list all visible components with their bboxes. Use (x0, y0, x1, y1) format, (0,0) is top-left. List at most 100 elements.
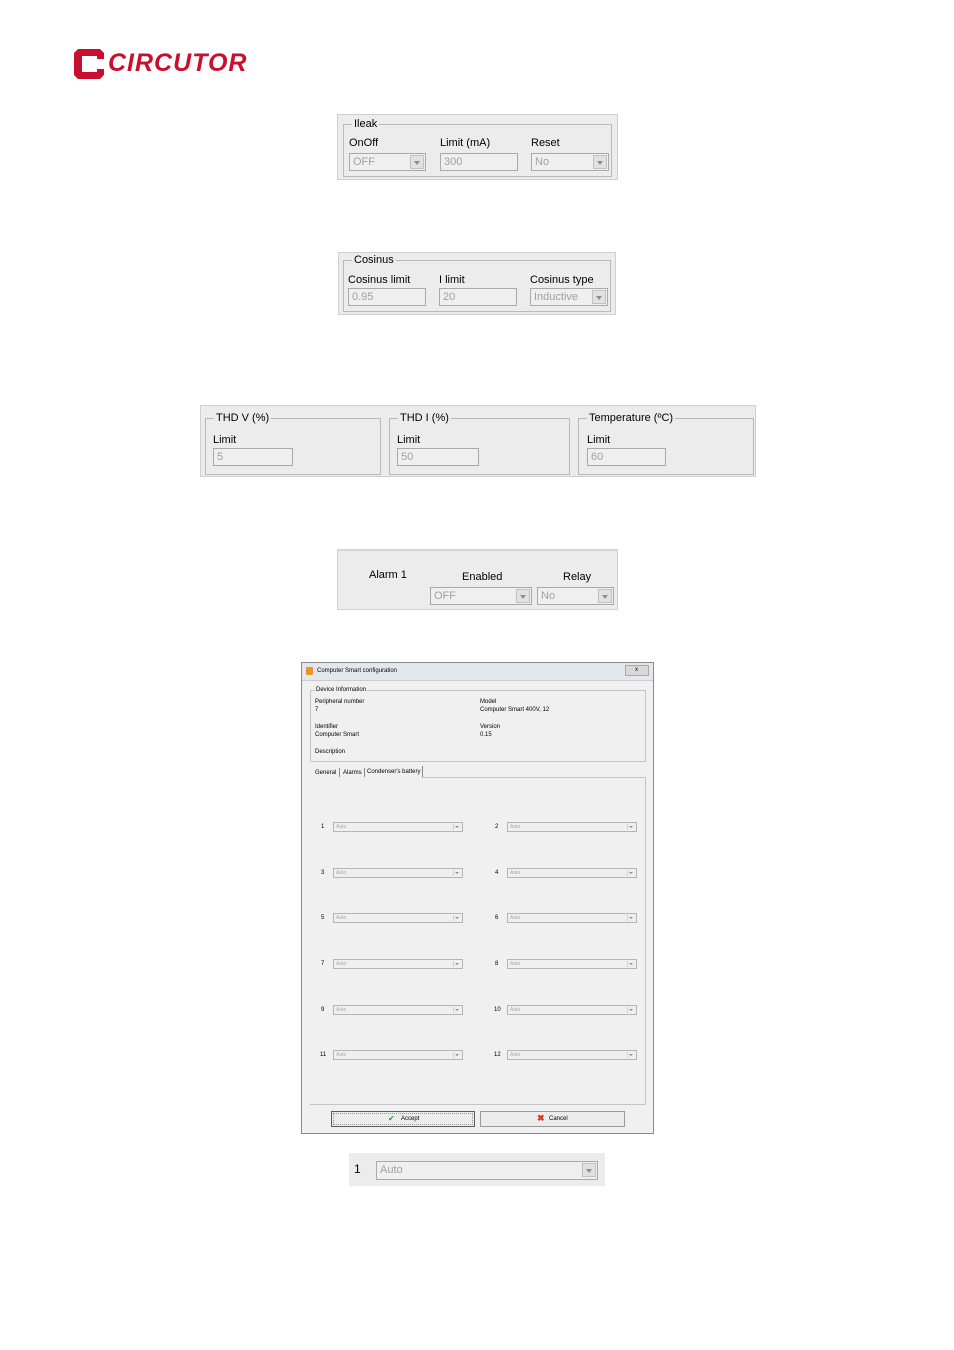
circutor-logo: CIRCUTOR (72, 46, 247, 82)
chevron-down-icon[interactable] (627, 1052, 635, 1058)
step-value: Auto (336, 824, 347, 830)
step-7-dropdown[interactable]: Auto (333, 959, 463, 969)
onoff-dropdown[interactable]: OFF (349, 153, 426, 171)
cosinus-type-dropdown[interactable]: Inductive (530, 288, 608, 306)
cosinus-panel: Cosinus Cosinus limit 0.95 I limit 20 Co… (338, 252, 616, 315)
step-value: Auto (336, 870, 347, 876)
temperature-legend: Temperature (ºC) (587, 411, 676, 425)
step-number: 12 (494, 1052, 501, 1058)
chevron-down-icon[interactable] (593, 155, 607, 169)
tab-divider (422, 766, 423, 777)
chevron-down-icon[interactable] (453, 824, 461, 830)
alarm-panel: Alarm 1 Enabled OFF Relay No (337, 549, 618, 610)
i-limit-field[interactable]: 20 (439, 288, 517, 306)
chevron-down-icon[interactable] (592, 290, 606, 304)
step-zoom-number: 1 (354, 1162, 361, 1176)
close-icon[interactable]: x (635, 667, 638, 674)
reset-value: No (535, 156, 550, 168)
ileak-panel: Ileak OnOff OFF Limit (mA) 300 Reset No (337, 114, 618, 180)
step-zoom-dropdown[interactable]: Auto (376, 1161, 598, 1180)
accept-button[interactable]: ✔ Accept (331, 1111, 475, 1127)
identifier-value: Computer Smart (315, 732, 360, 738)
check-icon: ✔ (388, 1114, 395, 1123)
chevron-down-icon[interactable] (627, 824, 635, 830)
temperature-limit-field[interactable]: 60 (587, 448, 666, 466)
onoff-label: OnOff (349, 137, 379, 149)
step-6-dropdown[interactable]: Auto (507, 913, 637, 923)
tab-divider (364, 768, 365, 777)
step-value: Auto (336, 1007, 347, 1013)
chevron-down-icon[interactable] (453, 1007, 461, 1013)
cosinus-type-label: Cosinus type (530, 274, 594, 286)
step-number: 5 (321, 915, 325, 921)
step-value: Auto (510, 1052, 521, 1058)
step-number: 6 (495, 915, 499, 921)
chevron-down-icon[interactable] (453, 1052, 461, 1058)
chevron-down-icon[interactable] (627, 915, 635, 921)
cosinus-limit-field[interactable]: 0.95 (348, 288, 426, 306)
step-1-dropdown[interactable]: Auto (333, 822, 463, 832)
step-3-dropdown[interactable]: Auto (333, 868, 463, 878)
step-2-dropdown[interactable]: Auto (507, 822, 637, 832)
identifier-label: Identifier (315, 724, 339, 730)
alarm-name-label: Alarm 1 (369, 569, 407, 581)
limit-ma-label: Limit (mA) (440, 137, 491, 149)
relay-dropdown[interactable]: No (537, 587, 614, 605)
chevron-down-icon[interactable] (453, 915, 461, 921)
enabled-dropdown[interactable]: OFF (430, 587, 532, 605)
step-11-dropdown[interactable]: Auto (333, 1050, 463, 1060)
step-value: Auto (510, 870, 521, 876)
enabled-value: OFF (434, 590, 456, 602)
tab-alarms[interactable]: Alarms (343, 770, 362, 777)
step-value: Auto (336, 915, 347, 921)
tab-top-border (422, 777, 646, 778)
chevron-down-icon[interactable] (410, 155, 424, 169)
step-number: 3 (321, 870, 325, 876)
chevron-down-icon[interactable] (627, 870, 635, 876)
peripheral-number-label: Peripheral number (315, 699, 365, 705)
model-label: Model (480, 699, 497, 705)
cancel-icon: ✖ (537, 1113, 545, 1123)
peripheral-number-value: 7 (315, 707, 319, 713)
step-9-dropdown[interactable]: Auto (333, 1005, 463, 1015)
tab-divider (339, 768, 340, 777)
close-button[interactable]: x (625, 665, 649, 676)
step-12-dropdown[interactable]: Auto (507, 1050, 637, 1060)
thd-temperature-panel: THD V (%) Limit 5 THD I (%) Limit 50 Tem… (200, 405, 756, 477)
chevron-down-icon[interactable] (453, 870, 461, 876)
logo-text: CIRCUTOR (108, 49, 248, 77)
chevron-down-icon[interactable] (516, 589, 530, 603)
description-label: Description (315, 749, 346, 755)
onoff-value: OFF (353, 156, 375, 168)
step-value: Auto (510, 824, 521, 830)
step-value: Auto (510, 961, 521, 967)
temperature-limit-label: Limit (587, 434, 611, 446)
thdv-legend: THD V (%) (214, 411, 272, 425)
chevron-down-icon[interactable] (598, 589, 612, 603)
i-limit-label: I limit (439, 274, 465, 286)
cosinus-limit-label: Cosinus limit (348, 274, 411, 286)
thdv-limit-field[interactable]: 5 (213, 448, 293, 466)
tab-condensers-battery[interactable]: Condenser's battery (367, 769, 421, 776)
reset-dropdown[interactable]: No (531, 153, 609, 171)
chevron-down-icon[interactable] (453, 961, 461, 967)
thdi-limit-label: Limit (397, 434, 421, 446)
step-4-dropdown[interactable]: Auto (507, 868, 637, 878)
chevron-down-icon[interactable] (627, 1007, 635, 1013)
reset-label: Reset (531, 137, 560, 149)
tab-general[interactable]: General (315, 770, 336, 777)
step-number: 7 (321, 961, 325, 967)
step-10-dropdown[interactable]: Auto (507, 1005, 637, 1015)
limit-ma-field[interactable]: 300 (440, 153, 518, 171)
chevron-down-icon[interactable] (582, 1163, 596, 1177)
cancel-button[interactable]: ✖ Cancel (480, 1111, 625, 1127)
dialog-titlebar: Computer Smart configuration x (302, 663, 653, 681)
cosinus-type-value: Inductive (534, 291, 579, 303)
thdi-limit-field[interactable]: 50 (397, 448, 479, 466)
step-value: Auto (336, 1052, 347, 1058)
step-number: 1 (321, 824, 325, 830)
step-8-dropdown[interactable]: Auto (507, 959, 637, 969)
circutor-logo-mark (74, 49, 104, 79)
step-5-dropdown[interactable]: Auto (333, 913, 463, 923)
chevron-down-icon[interactable] (627, 961, 635, 967)
